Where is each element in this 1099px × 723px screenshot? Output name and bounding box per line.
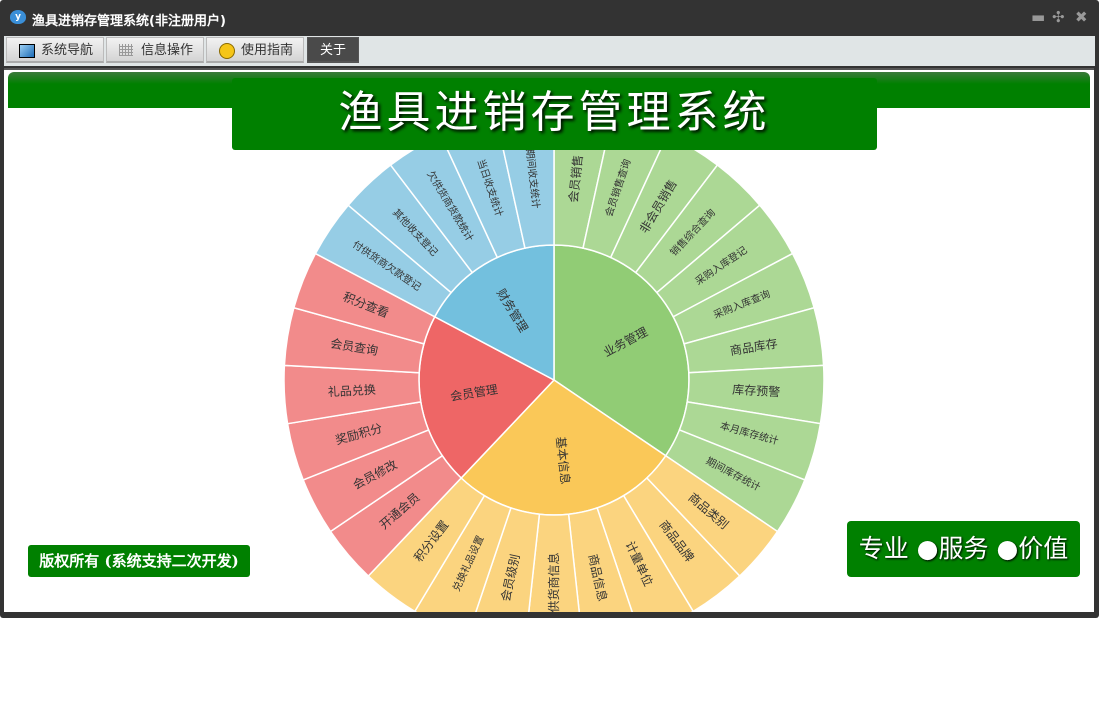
grid-icon: [119, 44, 133, 56]
tab-label: 使用指南: [241, 43, 294, 58]
app-logo-icon: y: [10, 10, 26, 24]
menu-toolbar: 系统导航 信息操作 使用指南 关于: [4, 36, 1095, 66]
window-title: 渔具进销存管理系统(非注册用户): [32, 14, 226, 29]
tab-label: 信息操作: [141, 43, 194, 58]
slogan-badge: 专业 ●服务 ●价值: [847, 521, 1080, 577]
tab-label: 关于: [320, 43, 347, 58]
sunburst-leaf-label: 供货商信息: [546, 552, 561, 612]
tab-info-ops[interactable]: 信息操作: [106, 37, 204, 63]
monitor-icon: [19, 44, 35, 58]
tab-system-nav[interactable]: 系统导航: [6, 37, 104, 63]
copyright-badge: 版权所有 (系统支持二次开发): [28, 545, 250, 577]
page-title: 渔具进销存管理系统: [232, 78, 877, 150]
app-window: y 渔具进销存管理系统(非注册用户) ▬ ✣ ✖ 系统导航 信息操作 使用指南 …: [0, 0, 1099, 618]
restore-icon[interactable]: ✣: [1052, 8, 1065, 26]
tab-user-guide[interactable]: 使用指南: [206, 37, 304, 63]
sunburst-leaf-label: 礼品兑换: [327, 382, 376, 400]
minimize-icon[interactable]: ▬: [1031, 8, 1045, 26]
close-icon[interactable]: ✖: [1075, 8, 1088, 26]
tab-label: 系统导航: [41, 43, 94, 58]
content-area: 业务管理 会员销售 会员销售查询 非会员销售 销售综合查询 采购入库登记 采购入库查询 商品库…: [4, 68, 1094, 612]
title-bar: y 渔具进销存管理系统(非注册用户) ▬ ✣ ✖: [0, 0, 1099, 36]
help-icon: [219, 43, 235, 59]
tab-about[interactable]: 关于: [307, 37, 359, 63]
sunburst-leaf-label: 库存预警: [732, 382, 781, 400]
